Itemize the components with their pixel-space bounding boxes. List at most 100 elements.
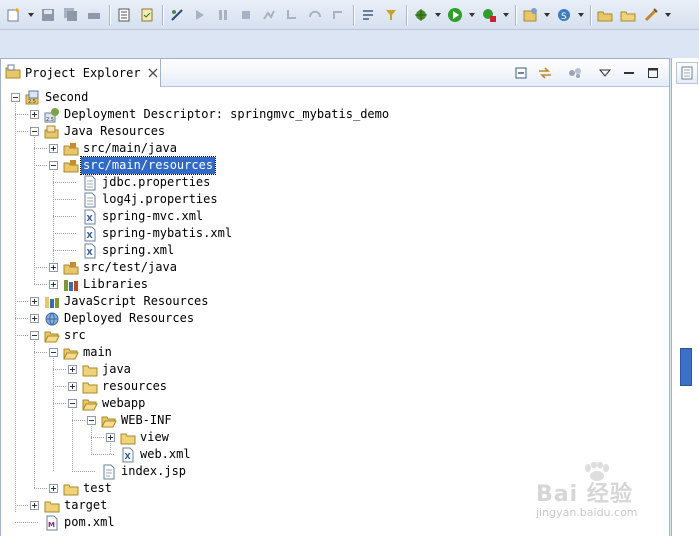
terminate-icon[interactable] [236, 5, 256, 25]
collapse-icon[interactable] [49, 348, 58, 357]
tree-item[interactable]: src/main/java [1, 140, 669, 157]
tree-guide-line [15, 335, 28, 336]
tree-item[interactable]: src [1, 327, 669, 344]
resume-icon[interactable] [190, 5, 210, 25]
expand-icon[interactable] [49, 484, 58, 493]
tree-guide-line [91, 454, 114, 455]
debug-icon[interactable] [411, 5, 431, 25]
expand-icon[interactable] [30, 110, 39, 119]
expand-icon[interactable] [30, 501, 39, 510]
maximize-icon[interactable] [643, 63, 663, 83]
link-with-editor-icon[interactable] [535, 63, 555, 83]
tree-item[interactable]: src/main/resources [1, 156, 669, 175]
tree-item-label: jdbc.properties [102, 175, 211, 189]
expand-icon[interactable] [49, 263, 58, 272]
tree-item[interactable]: main [1, 344, 669, 361]
tree-item[interactable]: JavaScript Resources [1, 293, 669, 310]
tree-item[interactable]: 2.5 Second [1, 89, 669, 106]
print-icon[interactable] [84, 5, 104, 25]
step-into-icon[interactable] [282, 5, 302, 25]
tree-item[interactable]: Xweb.xml [1, 446, 669, 463]
collapse-icon[interactable] [87, 416, 96, 425]
tree-item[interactable]: Libraries [1, 276, 669, 293]
close-icon[interactable] [147, 67, 159, 79]
expand-icon[interactable] [68, 382, 77, 391]
tree-item[interactable]: Java Resources [1, 123, 669, 140]
use-step-filters-icon[interactable] [381, 5, 401, 25]
new-class-dropdown[interactable] [577, 5, 585, 25]
tree-item[interactable]: test [1, 480, 669, 497]
disconnect-icon[interactable] [259, 5, 279, 25]
run-dropdown[interactable] [468, 5, 476, 25]
project-tree: 2.5 Second 2.5 Deployment Descriptor: sprin… [1, 88, 669, 536]
tree-item[interactable]: resources [1, 378, 669, 395]
search-dropdown[interactable] [664, 5, 672, 25]
tree-item[interactable]: index.jsp [1, 463, 669, 480]
step-over-icon[interactable] [305, 5, 325, 25]
expand-icon[interactable] [30, 314, 39, 323]
save-all-icon[interactable] [61, 5, 81, 25]
collapse-all-icon[interactable] [511, 63, 531, 83]
new-dropdown[interactable] [27, 5, 35, 25]
editor-tab-icon[interactable] [676, 62, 698, 84]
step-return-icon[interactable] [328, 5, 348, 25]
tree-guide-line [53, 216, 76, 217]
expand-icon[interactable] [49, 280, 58, 289]
tree-item[interactable]: java [1, 361, 669, 378]
collapse-icon[interactable] [30, 331, 39, 340]
run-external-tools-icon[interactable] [479, 5, 499, 25]
external-tools-dropdown[interactable] [502, 5, 510, 25]
tree-item[interactable]: log4j.properties [1, 191, 669, 208]
collapse-icon[interactable] [11, 93, 20, 102]
save-icon[interactable] [38, 5, 58, 25]
collapse-icon[interactable] [68, 399, 77, 408]
tree-item[interactable]: webapp [1, 395, 669, 412]
tree-item[interactable]: Mpom.xml [1, 514, 669, 531]
source-folder-icon [63, 158, 79, 174]
tree-item-label: src/main/java [83, 141, 177, 155]
tree-item[interactable]: Xspring-mvc.xml [1, 208, 669, 225]
drop-to-frame-icon[interactable] [358, 5, 378, 25]
svg-text:M: M [48, 521, 55, 529]
open-type-icon[interactable] [595, 5, 615, 25]
new-project-dropdown[interactable] [543, 5, 551, 25]
tree-item[interactable]: src/test/java [1, 259, 669, 276]
search-icon[interactable] [641, 5, 661, 25]
customize-view-icon[interactable] [565, 63, 585, 83]
outline-icon[interactable] [114, 5, 134, 25]
tree-guide-line [15, 318, 28, 319]
view-header: Project Explorer [1, 59, 669, 87]
tree-item[interactable]: target [1, 497, 669, 514]
javascript-resources-icon [44, 294, 60, 310]
tree-item[interactable]: Deployed Resources [1, 310, 669, 327]
new-icon[interactable] [4, 5, 24, 25]
overview-ruler-thumb[interactable] [680, 348, 692, 386]
expand-icon[interactable] [49, 144, 58, 153]
new-java-project-icon[interactable] [520, 5, 540, 25]
tree-item[interactable]: view [1, 429, 669, 446]
tree-item-label: Libraries [83, 277, 149, 291]
collapse-icon[interactable] [30, 127, 39, 136]
properties-file-icon [82, 175, 98, 191]
tree-item[interactable]: Xspring-mybatis.xml [1, 225, 669, 242]
open-task-icon[interactable] [618, 5, 638, 25]
collapse-icon[interactable] [49, 161, 58, 170]
tree-item[interactable]: WEB-INF [1, 412, 669, 429]
task-icon[interactable] [137, 5, 157, 25]
debug-dropdown[interactable] [434, 5, 442, 25]
expand-icon[interactable] [30, 297, 39, 306]
new-class-icon[interactable]: S [554, 5, 574, 25]
tab-project-explorer[interactable]: Project Explorer [1, 59, 161, 87]
debug-config-icon[interactable] [167, 5, 187, 25]
tree-item[interactable]: jdbc.properties [1, 174, 669, 191]
tree-item[interactable]: 2.5 Deployment Descriptor: springmvc_myba… [1, 106, 669, 123]
maven-pom-icon: M [44, 515, 60, 531]
run-icon[interactable] [445, 5, 465, 25]
tree-item[interactable]: Xspring.xml [1, 242, 669, 259]
expand-icon[interactable] [68, 365, 77, 374]
expand-icon[interactable] [106, 433, 115, 442]
minimize-icon[interactable] [619, 63, 639, 83]
suspend-icon[interactable] [213, 5, 233, 25]
view-menu-icon[interactable] [595, 63, 615, 83]
tree-guide-line [53, 199, 76, 200]
